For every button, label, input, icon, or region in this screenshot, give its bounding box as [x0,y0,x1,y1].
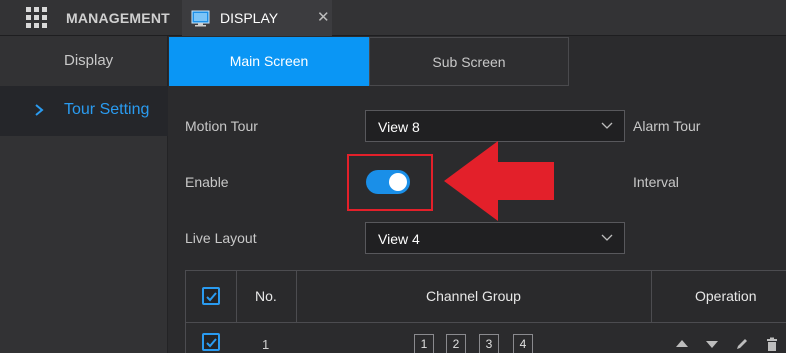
chevron-down-icon [601,234,613,241]
table-header: No. Channel Group Operation [186,271,786,323]
header-operation: Operation [695,288,757,304]
delete-icon[interactable] [765,337,779,351]
monitor-icon [191,10,210,27]
channel-box: 1 [414,334,434,353]
move-up-icon[interactable] [675,337,689,351]
header-channel-group: Channel Group [426,288,521,304]
live-layout-select[interactable]: View 4 [365,222,625,254]
edit-icon[interactable] [735,337,749,351]
table-row[interactable]: 1 1 2 3 4 [186,323,786,353]
tab-display-label: DISPLAY [220,10,279,26]
motion-tour-label: Motion Tour [185,118,258,134]
chevron-right-icon [35,104,44,116]
red-arrow-icon [444,141,554,221]
motion-tour-select[interactable]: View 8 [365,110,625,142]
sidebar-item-label: Display [64,52,114,69]
motion-tour-value: View 8 [378,119,420,135]
close-icon[interactable]: ✕ [317,8,330,26]
move-down-icon[interactable] [705,337,719,351]
chevron-down-icon [601,122,613,129]
management-tab[interactable]: MANAGEMENT [66,10,170,26]
sidebar-item-display[interactable]: Display [0,36,168,86]
header-no: No. [255,288,277,304]
row-checkbox[interactable] [202,333,220,351]
sidebar: Display Tour Setting [0,36,168,353]
toggle-knob [389,173,407,191]
tour-table: No. Channel Group Operation 1 1 2 3 4 [185,270,786,353]
interval-label: Interval [633,174,679,190]
enable-label: Enable [185,174,229,190]
checkmark-icon [206,292,217,302]
sidebar-item-label: Tour Setting [64,101,150,118]
row-number: 1 [262,337,270,352]
alarm-tour-label: Alarm Tour [633,118,701,134]
tab-main-screen[interactable]: Main Screen [169,37,369,86]
tab-display[interactable]: DISPLAY ✕ [182,0,332,36]
checkmark-icon [206,338,217,348]
sidebar-item-tour-setting[interactable]: Tour Setting [0,86,168,136]
live-layout-value: View 4 [378,231,420,247]
channel-box: 2 [446,334,466,353]
live-layout-label: Live Layout [185,230,257,246]
tab-sub-screen[interactable]: Sub Screen [369,37,569,86]
enable-toggle[interactable] [366,170,410,194]
channel-box: 3 [479,334,499,353]
top-bar: MANAGEMENT DISPLAY ✕ [0,0,786,36]
select-all-checkbox[interactable] [202,287,220,305]
channel-box: 4 [513,334,533,353]
grid-menu-icon[interactable] [26,7,47,28]
